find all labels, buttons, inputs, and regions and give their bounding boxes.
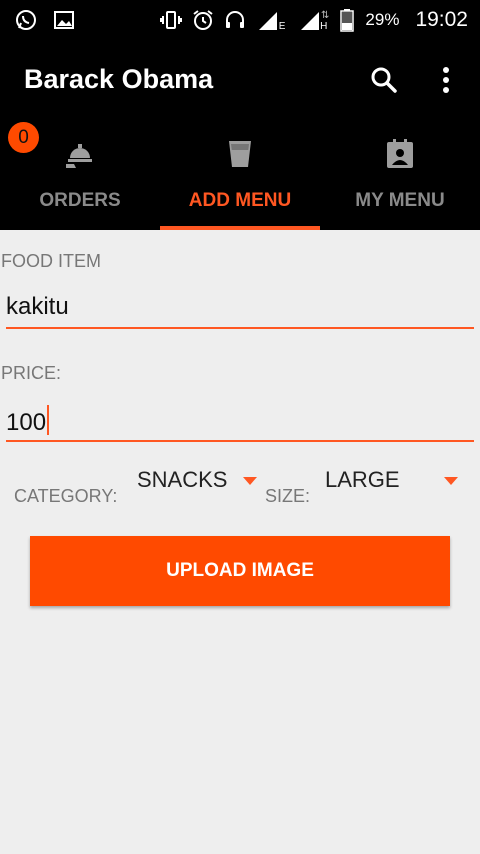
price-label: PRICE: — [1, 363, 62, 383]
category-value: SNACKS — [137, 467, 228, 492]
overflow-menu-button[interactable] — [428, 62, 464, 102]
data-arrows-icon: ⇅ — [321, 10, 330, 21]
status-bar: E ⇅ H 29% 19:02 — [0, 0, 480, 40]
status-right-icons: E ⇅ H 29% 19:02 — [159, 0, 468, 40]
battery-percent: 29% — [365, 10, 400, 29]
size-value: LARGE — [325, 467, 400, 492]
category-dropdown-arrow-icon — [243, 477, 257, 485]
food-item-input[interactable]: kakitu — [6, 293, 474, 327]
category-label: CATEGORY: — [14, 486, 118, 506]
app-title: Barack Obama — [24, 64, 214, 94]
tab-add-menu-label: ADD MENU — [188, 190, 292, 211]
tab-bar: 0 ORDERS ADD MENU MY MENU — [0, 120, 480, 230]
size-label: SIZE: — [265, 486, 311, 506]
price-underline — [6, 440, 474, 442]
text-cursor — [47, 405, 50, 435]
whatsapp-icon — [14, 8, 38, 32]
price-input[interactable]: 100 — [6, 405, 474, 439]
network-h-label: H — [320, 21, 328, 32]
tab-orders[interactable]: 0 ORDERS — [0, 120, 160, 230]
alarm-icon — [191, 8, 215, 32]
search-button[interactable] — [364, 62, 404, 102]
food-item-underline — [6, 327, 474, 329]
upload-image-button[interactable]: UPLOAD IMAGE — [30, 536, 450, 606]
tab-add-menu[interactable]: ADD MENU — [160, 120, 320, 230]
size-dropdown-arrow-icon — [444, 477, 458, 485]
overflow-menu-icon — [442, 66, 450, 99]
clipboard-person-icon — [320, 134, 480, 174]
battery-icon — [339, 8, 355, 32]
cup-icon — [160, 134, 320, 174]
tab-orders-label: ORDERS — [39, 190, 121, 211]
search-icon — [370, 66, 398, 99]
status-left-icons — [14, 8, 76, 32]
food-item-label: FOOD ITEM — [1, 251, 101, 271]
signal-e-icon: E — [255, 8, 286, 32]
app-bar: Barack Obama — [0, 40, 480, 120]
food-tray-icon — [0, 134, 160, 174]
clock: 19:02 — [415, 8, 468, 31]
tab-my-menu-label: MY MENU — [355, 190, 445, 211]
category-spinner[interactable]: SNACKS — [132, 462, 262, 502]
network-e-label: E — [278, 21, 286, 32]
headset-icon — [223, 8, 247, 32]
gallery-icon — [52, 8, 76, 32]
vibrate-icon — [159, 8, 183, 32]
price-value: 100 — [6, 409, 47, 436]
signal-h-icon: ⇅ H — [291, 8, 331, 32]
size-spinner[interactable]: LARGE — [320, 462, 468, 502]
tab-my-menu[interactable]: MY MENU — [320, 120, 480, 230]
active-tab-indicator — [160, 226, 320, 230]
